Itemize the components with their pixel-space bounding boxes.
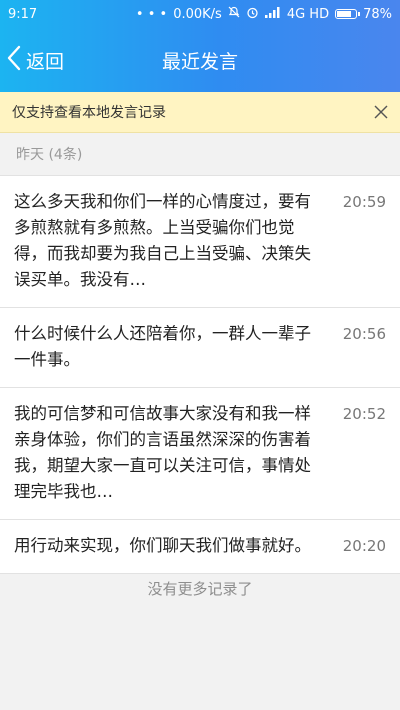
message-item[interactable]: 我的可信梦和可信故事大家没有和我一样亲身体验，你们的言语虽然深深的伤害着我，期望… (0, 388, 400, 520)
back-button[interactable]: 返回 (6, 28, 64, 92)
message-text: 这么多天我和你们一样的心情度过，要有多煎熬就有多煎熬。上当受骗你们也觉得，而我却… (14, 192, 311, 289)
message-list: 这么多天我和你们一样的心情度过，要有多煎熬就有多煎熬。上当受骗你们也觉得，而我却… (0, 175, 400, 574)
notice-banner: 仅支持查看本地发言记录 (0, 92, 400, 133)
battery-percent: 78% (363, 6, 392, 22)
message-text: 用行动来实现，你们聊天我们做事就好。 (14, 536, 311, 555)
close-icon[interactable] (374, 105, 388, 119)
message-time: 20:59 (342, 193, 386, 211)
top-bar: 9:17 • • • 0.00K/s 4G HD 78% 返回 最近发言 (0, 0, 400, 92)
message-time: 20:56 (342, 325, 386, 343)
mute-icon (228, 6, 240, 22)
message-item[interactable]: 什么时候什么人还陪着你，一群人一辈子一件事。 20:56 (0, 308, 400, 388)
notice-text: 仅支持查看本地发言记录 (12, 105, 166, 121)
network-speed: 0.00K/s (173, 6, 222, 22)
alarm-icon (246, 6, 259, 23)
status-time: 9:17 (8, 6, 38, 22)
notification-dots-icon: • • • (135, 6, 168, 22)
network-type: 4G HD (286, 6, 330, 22)
back-label: 返回 (26, 50, 65, 73)
no-more-records: 没有更多记录了 (147, 580, 253, 598)
message-text: 什么时候什么人还陪着你，一群人一辈子一件事。 (14, 324, 311, 369)
nav-bar: 返回 最近发言 (0, 28, 400, 92)
message-item[interactable]: 这么多天我和你们一样的心情度过，要有多煎熬就有多煎熬。上当受骗你们也觉得，而我却… (0, 176, 400, 308)
signal-icon (264, 6, 281, 22)
message-time: 20:52 (342, 405, 386, 423)
message-text: 我的可信梦和可信故事大家没有和我一样亲身体验，你们的言语虽然深深的伤害着我，期望… (14, 404, 311, 501)
chevron-left-icon (6, 45, 22, 75)
status-right: • • • 0.00K/s 4G HD 78% (136, 6, 392, 23)
battery-icon (335, 9, 361, 19)
battery-fill (337, 11, 352, 17)
status-bar: 9:17 • • • 0.00K/s 4G HD 78% (0, 0, 400, 28)
message-item[interactable]: 用行动来实现，你们聊天我们做事就好。 20:20 (0, 520, 400, 574)
message-time: 20:20 (342, 537, 386, 555)
section-header: 昨天 (4条) (16, 147, 83, 163)
